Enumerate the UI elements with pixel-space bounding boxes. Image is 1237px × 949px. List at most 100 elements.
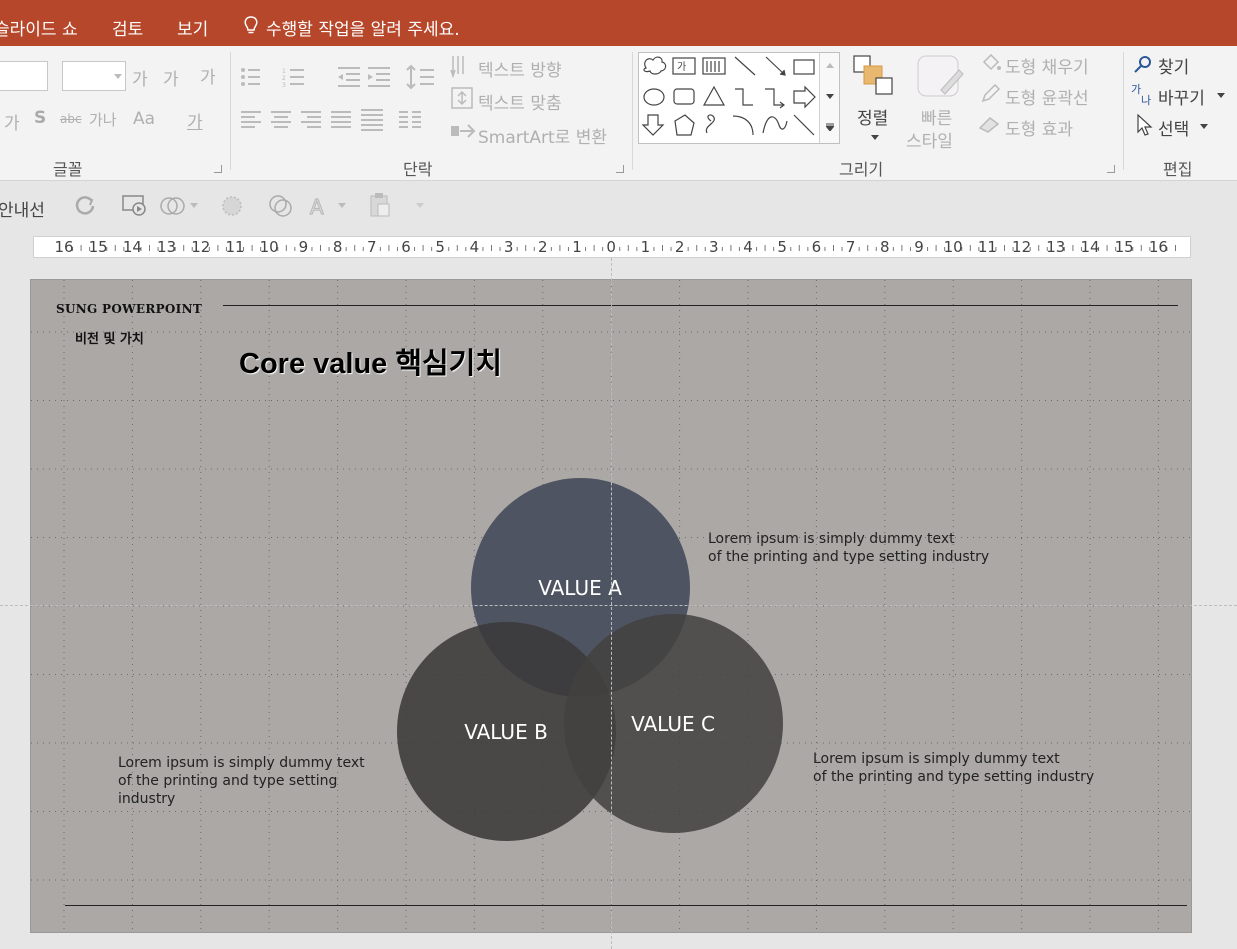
align-left-icon[interactable] (240, 110, 262, 130)
paint-bucket-icon[interactable] (980, 54, 1002, 74)
line-spacing-icon[interactable] (406, 64, 436, 90)
align-center-icon[interactable] (270, 110, 292, 130)
font-color-button[interactable]: 가 (187, 108, 203, 133)
strikethrough-button[interactable]: abc (60, 112, 82, 126)
numbering-icon[interactable]: 123 (282, 66, 308, 88)
align-text-icon[interactable] (450, 86, 476, 110)
svg-text:1: 1 (282, 68, 286, 75)
slideshow-icon[interactable] (121, 194, 149, 218)
value-b-description[interactable]: Lorem ipsum is simply dummy text of the … (118, 754, 365, 808)
ruler-label: 10 (943, 238, 963, 256)
gallery-scrollbar[interactable] (819, 53, 839, 143)
decrease-indent-icon[interactable] (336, 66, 362, 88)
value-c-label[interactable]: VALUE C (631, 712, 715, 736)
drawing-dialog-launcher[interactable] (1107, 165, 1115, 173)
scroll-up-icon[interactable] (826, 63, 834, 68)
more-shapes-icon[interactable] (826, 123, 834, 131)
tell-me-search[interactable]: 수행할 작업을 알려 주세요. (266, 15, 460, 40)
columns-icon[interactable] (398, 110, 422, 130)
quick-styles-button[interactable]: 빠른 (921, 104, 952, 129)
brand-label[interactable]: SUNG POWERPOINT (56, 302, 202, 316)
lightbulb-icon (244, 16, 258, 34)
find-button[interactable]: 찾기 (1158, 53, 1189, 78)
horizontal-ruler[interactable]: 16 15 14 13 12 11 10 9 8 7 6 5 4 3 2 1 0 1 2 3 4 5 6 7 8 9 10 11 12 1… (33, 236, 1191, 258)
bullets-icon[interactable] (240, 66, 266, 88)
ruler-label: 3 (503, 238, 514, 256)
select-button[interactable]: 선택 (1158, 115, 1189, 140)
grow-font-button[interactable]: 가 (132, 65, 148, 90)
horizontal-guide[interactable] (0, 605, 1237, 606)
align-text-button[interactable]: 텍스트 맞춤 (478, 89, 562, 114)
footer-rule (65, 905, 1187, 906)
refresh-icon[interactable] (73, 194, 97, 218)
arrange-icon[interactable] (852, 54, 894, 98)
chevron-down-icon (114, 74, 122, 79)
slide-title[interactable]: Core value 핵심기치 (239, 340, 502, 382)
ruler-label: 16 (1148, 238, 1168, 256)
italic-button[interactable]: 가 (4, 109, 20, 134)
align-right-icon[interactable] (300, 110, 322, 130)
chevron-down-icon[interactable] (416, 203, 424, 208)
increase-indent-icon[interactable] (366, 66, 392, 88)
text-direction-icon[interactable] (450, 54, 476, 78)
shape-effects-button[interactable]: 도형 효과 (1005, 115, 1073, 140)
group-separator (1123, 52, 1124, 170)
pencil-icon[interactable] (980, 84, 1002, 104)
value-c-description[interactable]: Lorem ipsum is simply dummy text of the … (813, 750, 1094, 786)
ruler-label: 14 (1080, 238, 1100, 256)
tab-review[interactable]: 검토 (112, 15, 143, 40)
ribbon-tab-bar: 슬라이드 쇼 검토 보기 수행할 작업을 알려 주세요. (0, 0, 1237, 46)
shrink-font-button[interactable]: 가 (163, 65, 179, 90)
search-icon (1134, 56, 1151, 73)
shapes-grid-icon[interactable]: 가 (639, 53, 821, 143)
char-spacing-button[interactable]: 가나 (89, 109, 117, 130)
paragraph-group-label: 단락 (403, 160, 433, 179)
ruler-label: 6 (401, 238, 411, 256)
font-size-box[interactable] (62, 61, 126, 91)
ruler-label: 7 (845, 238, 856, 256)
value-a-description[interactable]: Lorem ipsum is simply dummy text of the … (708, 530, 989, 566)
shape-fill-button[interactable]: 도형 채우기 (1005, 53, 1089, 78)
replace-button[interactable]: 바꾸기 (1158, 84, 1205, 109)
shadow-button[interactable]: S (34, 108, 46, 128)
tab-slideshow[interactable]: 슬라이드 쇼 (0, 15, 78, 40)
paragraph-dialog-launcher[interactable] (616, 165, 624, 173)
shape-fill-icon[interactable] (220, 194, 246, 218)
text-effects-icon[interactable]: A (308, 194, 330, 218)
intersect-icon[interactable] (268, 194, 294, 218)
shape-outline-button[interactable]: 도형 윤곽선 (1005, 84, 1089, 109)
ruler-label: 13 (157, 238, 177, 256)
ruler-label: 4 (469, 238, 480, 256)
value-a-label[interactable]: VALUE A (538, 576, 622, 600)
font-dialog-launcher[interactable] (214, 165, 222, 173)
distributed-icon[interactable] (360, 108, 384, 132)
smartart-icon[interactable] (450, 120, 476, 142)
quick-styles-icon[interactable] (915, 54, 965, 100)
change-case-button[interactable]: Aa (133, 109, 155, 129)
ruler-label: 4 (743, 238, 753, 256)
chevron-down-icon[interactable] (190, 203, 198, 208)
paste-icon[interactable] (368, 192, 392, 218)
ruler-label: 15 (1114, 238, 1134, 256)
arrange-button[interactable]: 정렬 (857, 104, 888, 129)
ruler-label: 7 (367, 238, 377, 256)
ruler-label: 8 (332, 238, 343, 256)
chevron-down-icon[interactable] (338, 203, 346, 208)
tab-view[interactable]: 보기 (177, 15, 208, 40)
font-name-box[interactable] (0, 61, 48, 91)
justify-icon[interactable] (330, 110, 352, 130)
value-b-label[interactable]: VALUE B (464, 720, 548, 744)
smartart-button[interactable]: SmartArt로 변환 (478, 123, 607, 148)
shape-effects-icon[interactable] (978, 114, 1002, 134)
scroll-down-icon[interactable] (826, 94, 834, 99)
guides-button[interactable]: 안내선 (0, 196, 45, 221)
vertical-guide[interactable] (611, 258, 612, 949)
ruler-label: 13 (1046, 238, 1066, 256)
slide-subtitle[interactable]: 비전 및 가치 (75, 328, 144, 347)
text-direction-button[interactable]: 텍스트 방향 (478, 56, 562, 81)
clear-format-button[interactable]: 가 (200, 63, 216, 88)
ruler-label: 1 (572, 238, 582, 256)
shapes-merge-icon[interactable] (160, 194, 186, 218)
shapes-gallery[interactable]: 가 (638, 52, 840, 144)
ruler-label: 6 (811, 238, 822, 256)
